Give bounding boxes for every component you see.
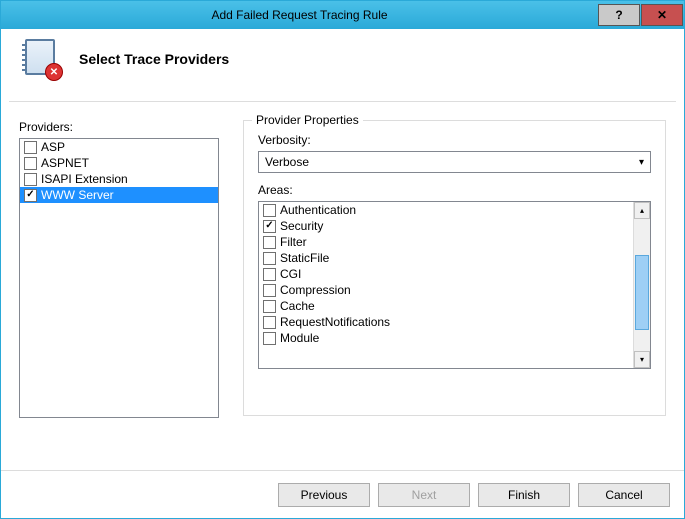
wizard-footer: Previous Next Finish Cancel [1, 470, 684, 518]
scroll-thumb[interactable] [635, 255, 649, 330]
list-item[interactable]: Cache [259, 298, 633, 314]
list-item-label: ASP [41, 140, 65, 154]
checkbox[interactable] [24, 173, 37, 186]
list-item[interactable]: ISAPI Extension [20, 171, 218, 187]
list-item-label: WWW Server [41, 188, 114, 202]
list-item[interactable]: CGI [259, 266, 633, 282]
providers-listbox[interactable]: ASP ASPNET ISAPI Extension WWW Server [19, 138, 219, 418]
tracing-icon [21, 39, 61, 79]
list-item[interactable]: ASP [20, 139, 218, 155]
list-item[interactable]: Compression [259, 282, 633, 298]
content: Providers: ASP ASPNET ISAPI Extension WWW S… [1, 120, 684, 418]
help-button[interactable]: ? [598, 4, 640, 26]
list-item[interactable]: Filter [259, 234, 633, 250]
checkbox[interactable] [24, 189, 37, 202]
areas-label: Areas: [258, 183, 651, 197]
list-item[interactable]: WWW Server [20, 187, 218, 203]
list-item-label: Cache [280, 299, 315, 313]
checkbox[interactable] [263, 268, 276, 281]
list-item-label: ISAPI Extension [41, 172, 128, 186]
checkbox[interactable] [263, 204, 276, 217]
checkbox[interactable] [263, 236, 276, 249]
list-item-label: CGI [280, 267, 301, 281]
list-item-label: ASPNET [41, 156, 89, 170]
checkbox[interactable] [263, 252, 276, 265]
chevron-down-icon: ▾ [639, 157, 644, 168]
scroll-track[interactable] [634, 219, 650, 351]
scroll-down-button[interactable]: ▾ [634, 351, 650, 368]
areas-listbox[interactable]: Authentication Security Filter StaticFile CG… [258, 201, 651, 369]
list-item-label: Compression [280, 283, 351, 297]
checkbox[interactable] [263, 332, 276, 345]
group-legend: Provider Properties [252, 113, 363, 127]
window-title: Add Failed Request Tracing Rule [1, 8, 598, 22]
list-item[interactable]: StaticFile [259, 250, 633, 266]
verbosity-select[interactable]: Verbose ▾ [258, 151, 651, 173]
checkbox[interactable] [263, 316, 276, 329]
error-badge-icon [45, 63, 63, 81]
page-title: Select Trace Providers [79, 51, 229, 67]
list-item-label: RequestNotifications [280, 315, 390, 329]
checkbox[interactable] [263, 300, 276, 313]
next-button: Next [378, 483, 470, 507]
list-item-label: Security [280, 219, 323, 233]
close-button[interactable]: ✕ [641, 4, 683, 26]
checkbox[interactable] [24, 157, 37, 170]
checkbox[interactable] [24, 141, 37, 154]
providers-label: Providers: [19, 120, 219, 134]
titlebar: Add Failed Request Tracing Rule ? ✕ [1, 1, 684, 29]
cancel-button[interactable]: Cancel [578, 483, 670, 507]
previous-button[interactable]: Previous [278, 483, 370, 507]
checkbox[interactable] [263, 220, 276, 233]
list-item-label: Filter [280, 235, 307, 249]
finish-button[interactable]: Finish [478, 483, 570, 507]
list-item[interactable]: Security [259, 218, 633, 234]
checkbox[interactable] [263, 284, 276, 297]
verbosity-label: Verbosity: [258, 133, 651, 147]
list-item-label: Authentication [280, 203, 356, 217]
list-item-label: StaticFile [280, 251, 329, 265]
list-item-label: Module [280, 331, 319, 345]
list-item[interactable]: Module [259, 330, 633, 346]
verbosity-value: Verbose [265, 155, 309, 169]
list-item[interactable]: ASPNET [20, 155, 218, 171]
scrollbar[interactable]: ▴ ▾ [633, 202, 650, 368]
scroll-up-button[interactable]: ▴ [634, 202, 650, 219]
wizard-header: Select Trace Providers [1, 29, 684, 101]
divider [9, 101, 676, 102]
list-item[interactable]: RequestNotifications [259, 314, 633, 330]
provider-properties-group: Provider Properties Verbosity: Verbose ▾… [243, 120, 666, 416]
list-item[interactable]: Authentication [259, 202, 633, 218]
